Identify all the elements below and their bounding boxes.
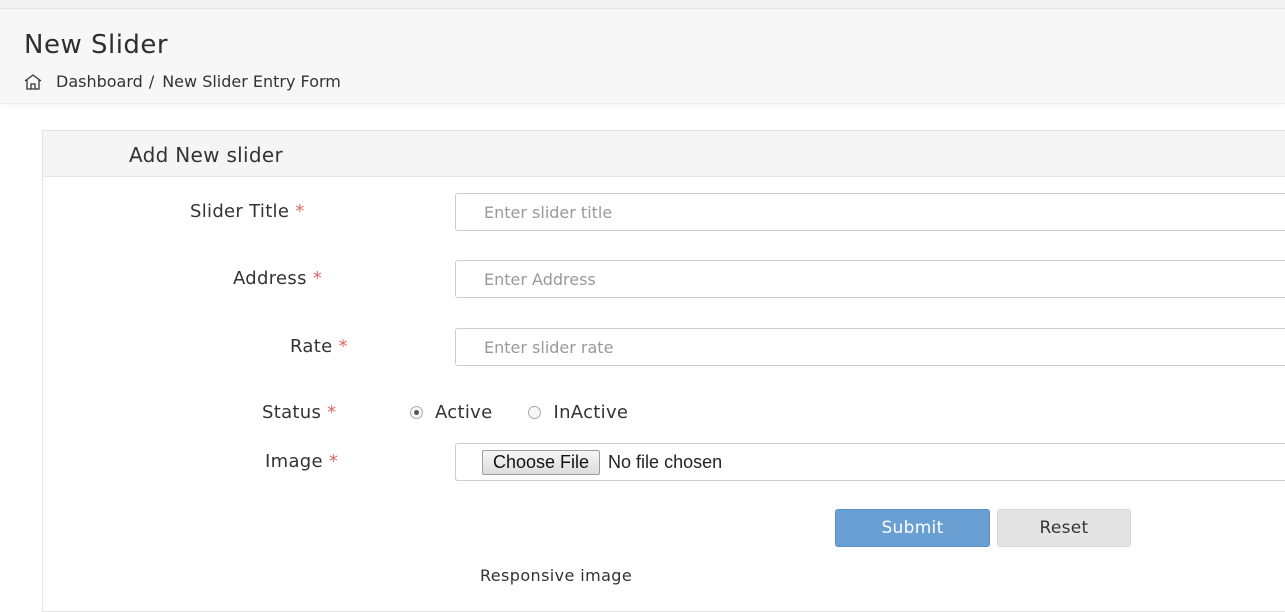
- status-active-radio[interactable]: [410, 406, 423, 419]
- responsive-image-alt-text: Responsive image: [480, 566, 633, 585]
- slider-title-label-text: Slider Title: [190, 201, 290, 222]
- status-active-label[interactable]: Active: [435, 402, 492, 423]
- panel-heading: Add New slider: [43, 131, 1285, 177]
- rate-label: Rate *: [290, 336, 348, 357]
- required-mark: *: [312, 268, 323, 289]
- panel-title: Add New slider: [129, 143, 284, 167]
- image-label-text: Image: [265, 451, 323, 472]
- breadcrumb-separator: /: [148, 72, 155, 91]
- breadcrumb-current: New Slider Entry Form: [162, 72, 341, 91]
- status-radio-group: Active InActive: [410, 402, 664, 423]
- address-input[interactable]: [455, 260, 1285, 298]
- page-title: New Slider: [24, 30, 169, 60]
- status-label: Status *: [262, 402, 336, 423]
- image-file-input[interactable]: Choose File No file chosen: [455, 443, 1285, 481]
- reset-button[interactable]: Reset: [997, 509, 1131, 547]
- rate-label-text: Rate: [290, 336, 333, 357]
- address-label-text: Address: [233, 268, 307, 289]
- page-header: New Slider Dashboard / New Slider Entry …: [0, 9, 1285, 104]
- home-icon[interactable]: [24, 73, 42, 90]
- breadcrumb-dashboard-link[interactable]: Dashboard: [56, 72, 143, 91]
- file-status-text: No file chosen: [608, 451, 723, 472]
- required-mark: *: [328, 451, 339, 472]
- top-strip: [0, 0, 1285, 9]
- address-label: Address *: [233, 268, 322, 289]
- rate-input[interactable]: [455, 328, 1285, 366]
- required-mark: *: [327, 402, 337, 423]
- slider-title-input[interactable]: [455, 193, 1285, 231]
- required-mark: *: [338, 336, 348, 357]
- status-inactive-radio[interactable]: [528, 406, 542, 419]
- status-label-text: Status: [262, 402, 322, 423]
- breadcrumb: Dashboard / New Slider Entry Form: [24, 72, 341, 91]
- image-label: Image *: [265, 451, 338, 472]
- submit-button[interactable]: Submit: [835, 509, 990, 547]
- choose-file-button[interactable]: Choose File: [482, 449, 601, 475]
- status-inactive-label[interactable]: InActive: [553, 402, 628, 423]
- slider-title-label: Slider Title *: [190, 201, 305, 222]
- required-mark: *: [295, 201, 305, 222]
